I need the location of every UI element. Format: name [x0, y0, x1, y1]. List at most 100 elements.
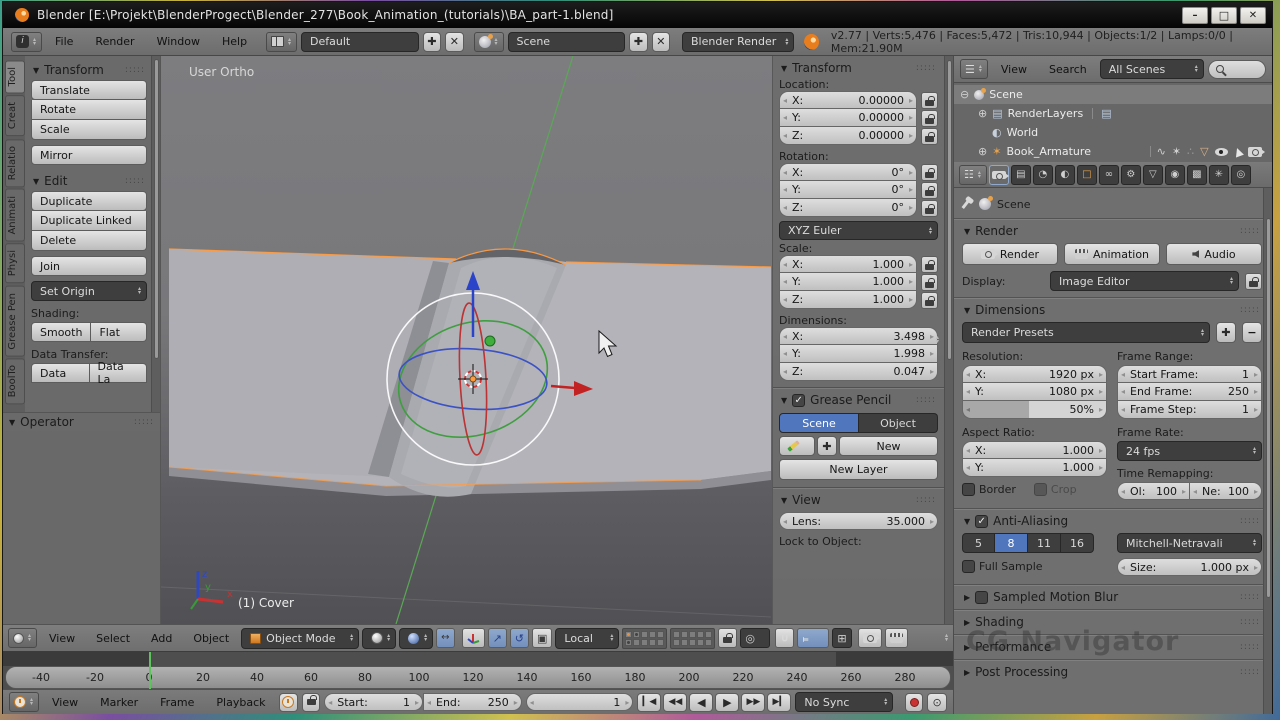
mode-selector[interactable]: Object Mode	[241, 627, 360, 649]
expand-icon[interactable]: ⊕	[978, 146, 987, 157]
manipulator-scale-button[interactable]: ▣	[532, 628, 553, 648]
editor-type-selector[interactable]	[11, 31, 42, 52]
pivot-point-selector[interactable]	[399, 627, 434, 649]
panel-header-render[interactable]: Render	[962, 221, 1262, 241]
location-x-field[interactable]: X:0.00000	[779, 91, 917, 109]
frame-rate-selector[interactable]: 24 fps	[1117, 441, 1262, 461]
render-still-button[interactable]: Render	[962, 243, 1058, 265]
lock-location-y-button[interactable]	[921, 109, 938, 127]
rotation-x-field[interactable]: X:0°	[779, 163, 917, 181]
snap-toggle[interactable]	[775, 628, 795, 648]
aa-samples-16-button[interactable]: 16	[1061, 533, 1094, 553]
panel-grip[interactable]	[134, 417, 154, 427]
scene-icon-button[interactable]	[473, 31, 504, 52]
tab-render[interactable]	[988, 164, 1009, 185]
play-reverse-button[interactable]	[689, 692, 714, 712]
outliner-menu-search[interactable]: Search	[1040, 63, 1096, 76]
panel-header-transform-n[interactable]: Transform	[779, 58, 938, 78]
border-checkbox[interactable]	[962, 483, 975, 496]
aa-samples-8-button[interactable]: 8	[995, 533, 1028, 553]
tl-menu-frame[interactable]: Frame	[151, 696, 203, 709]
panel-grip[interactable]	[916, 395, 936, 405]
duplicate-linked-button[interactable]: Duplicate Linked	[31, 211, 147, 231]
outliner-item-scene[interactable]: ⊖ Scene	[954, 85, 1272, 104]
tl-menu-playback[interactable]: Playback	[207, 696, 274, 709]
lock-rotation-z-button[interactable]	[921, 199, 938, 217]
keying-set-button[interactable]: ⊙	[927, 692, 947, 712]
npanel-scrollbar[interactable]	[944, 56, 953, 624]
gp-new-datablock-plus-button[interactable]	[817, 436, 837, 456]
tab-render-layers[interactable]: ▤	[1010, 164, 1031, 185]
lock-location-x-button[interactable]	[921, 91, 938, 109]
timeline-ruler[interactable]: -40 -20 0 20 40 60 80 100 120 140 160 18…	[5, 666, 951, 689]
delete-scene-button[interactable]	[651, 31, 671, 52]
vp-menu-select[interactable]: Select	[87, 632, 139, 645]
manipulator-translate-button[interactable]: ↗	[487, 628, 507, 648]
aa-samples-11-button[interactable]: 11	[1028, 533, 1061, 553]
full-sample-checkbox[interactable]	[962, 560, 975, 573]
pin-icon[interactable]	[961, 199, 970, 209]
panel-grip[interactable]	[916, 63, 936, 73]
snap-element-selector[interactable]: ⫢	[797, 628, 830, 648]
panel-header-grease-pencil[interactable]: Grease Pencil	[779, 390, 938, 410]
grease-pencil-checkbox[interactable]	[792, 393, 806, 407]
remove-preset-button[interactable]: −	[1242, 322, 1262, 343]
outliner-menu-view[interactable]: View	[992, 63, 1036, 76]
transform-orientation-selector[interactable]: Local	[555, 627, 620, 649]
lock-time-button[interactable]	[302, 692, 321, 712]
timeline-editor[interactable]: -40 -20 0 20 40 60 80 100 120 140 160 18…	[3, 651, 953, 714]
rotation-z-field[interactable]: Z:0°	[779, 199, 917, 217]
lock-camera-button[interactable]	[718, 628, 738, 648]
dimension-z-field[interactable]: Z:0.047	[779, 363, 938, 381]
scene-selector[interactable]: Scene	[507, 31, 626, 52]
join-button[interactable]: Join	[31, 256, 147, 276]
play-button[interactable]	[715, 692, 740, 712]
editor-type-selector-timeline[interactable]	[9, 692, 39, 712]
dimension-x-field[interactable]: X:3.498	[779, 327, 938, 345]
shade-smooth-button[interactable]: Smooth	[31, 322, 92, 342]
start-frame-field[interactable]: Start:1	[324, 693, 423, 711]
translate-button[interactable]: Translate	[31, 80, 147, 100]
tab-material[interactable]: ◉	[1164, 164, 1185, 185]
resolution-x-field[interactable]: X:1920 px	[962, 365, 1107, 383]
panel-header-dimensions[interactable]: Dimensions	[962, 300, 1262, 320]
add-preset-button[interactable]	[1216, 322, 1236, 343]
tab-object[interactable]: □	[1076, 164, 1097, 185]
render-animation-button[interactable]: Animation	[1064, 243, 1160, 265]
gp-new-button[interactable]: New	[839, 436, 938, 456]
sync-mode-selector[interactable]: No Sync	[795, 692, 894, 712]
antialiasing-checkbox[interactable]	[975, 514, 989, 528]
editor-type-selector-3dview[interactable]	[8, 628, 37, 648]
snap-target-button[interactable]: ⊞	[832, 628, 852, 648]
render-engine-selector[interactable]: Blender Render	[682, 31, 795, 52]
remap-new-field[interactable]: Ne:100	[1190, 482, 1262, 500]
vp-menu-object[interactable]: Object	[184, 632, 238, 645]
menu-help[interactable]: Help	[213, 35, 256, 48]
panel-grip[interactable]	[1240, 642, 1260, 652]
tab-texture[interactable]: ▩	[1186, 164, 1207, 185]
panel-header-operator[interactable]: Operator	[3, 412, 160, 431]
tab-grease-pencil[interactable]: Grease Pen	[5, 285, 25, 357]
tab-modifiers[interactable]: ⚙︎	[1120, 164, 1141, 185]
outliner-item-book-armature[interactable]: ⊕ ✶ Book_Armature ∿ ✶ ∴ ▽ ▲	[960, 142, 1265, 161]
gp-new-layer-button[interactable]: New Layer	[779, 459, 938, 480]
gp-source-scene-button[interactable]: Scene	[779, 413, 859, 433]
auto-keyframe-button[interactable]	[905, 692, 924, 712]
tab-create[interactable]: Creat	[5, 95, 25, 137]
rotation-mode-menu[interactable]: XYZ Euler	[779, 221, 938, 240]
add-layout-button[interactable]	[422, 31, 442, 52]
tab-world[interactable]: ◐	[1054, 164, 1075, 185]
editor-type-selector-properties[interactable]: ☷	[959, 164, 987, 185]
rotation-y-field[interactable]: Y:0°	[779, 181, 917, 199]
renderable-camera-icon[interactable]	[1248, 146, 1265, 157]
outliner-scope-selector[interactable]: All Scenes	[1099, 59, 1204, 79]
expand-icon[interactable]: ⊕	[978, 108, 987, 119]
opengl-render-button[interactable]	[857, 628, 882, 648]
add-scene-button[interactable]	[629, 31, 648, 52]
panel-grip[interactable]	[1240, 667, 1260, 677]
lock-scale-x-button[interactable]	[921, 255, 938, 273]
resolution-percentage-slider[interactable]: 50%	[962, 401, 1107, 419]
panel-grip[interactable]	[1240, 592, 1260, 602]
timeline-track[interactable]	[3, 652, 953, 666]
tab-tools[interactable]: Tool	[5, 60, 25, 94]
